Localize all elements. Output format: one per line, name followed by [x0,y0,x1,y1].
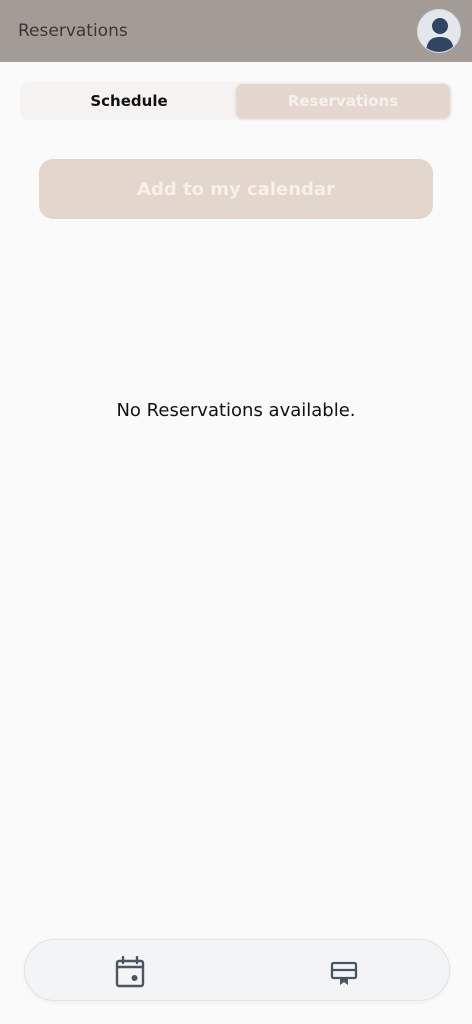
calendar-icon [115,956,145,988]
nav-item-calendar[interactable] [115,956,145,988]
add-to-calendar-button[interactable]: Add to my calendar [39,159,433,219]
segmented-tabs: Schedule Reservations [20,82,452,120]
ticket-icon [330,961,358,985]
empty-state-message: No Reservations available. [116,400,356,421]
top-app-bar: Reservations [0,0,472,62]
avatar[interactable] [417,9,461,53]
tab-reservations[interactable]: Reservations [236,84,450,118]
page-title: Reservations [18,21,128,41]
user-avatar-icon [426,18,454,52]
nav-item-ticket[interactable] [329,956,359,988]
app-root: Reservations Schedule Reservations Add t… [0,0,472,1024]
tab-schedule[interactable]: Schedule [22,84,236,118]
bottom-navigation [24,939,450,1001]
